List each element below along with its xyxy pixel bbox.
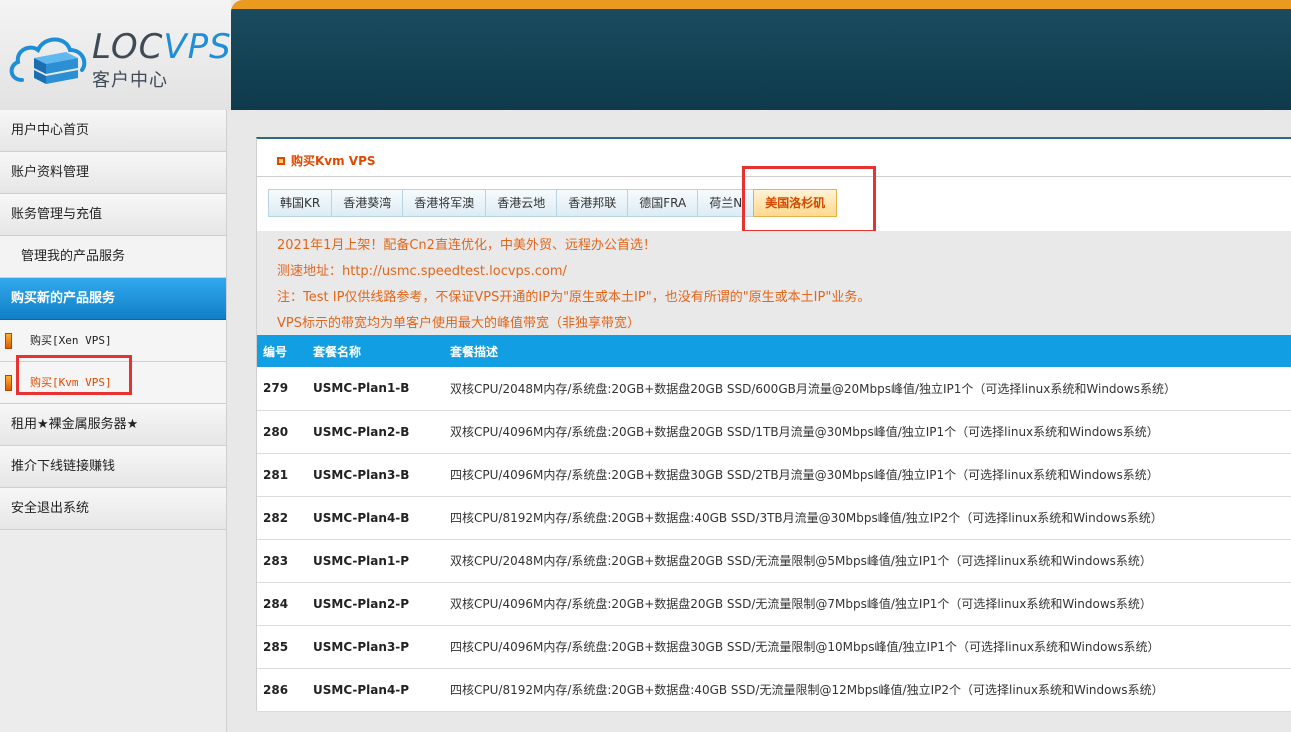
- sidebar-item-referral[interactable]: 推介下线链接赚钱: [0, 446, 226, 488]
- table-row[interactable]: 286 USMC-Plan4-P 四核CPU/8192M内存/系统盘:20GB+…: [257, 668, 1291, 711]
- table-row[interactable]: 283 USMC-Plan1-P 双核CPU/2048M内存/系统盘:20GB+…: [257, 539, 1291, 582]
- table-row[interactable]: 279 USMC-Plan1-B 双核CPU/2048M内存/系统盘:20GB+…: [257, 367, 1291, 410]
- plan-desc: 双核CPU/2048M内存/系统盘:20GB+数据盘20GB SSD/无流量限制…: [450, 554, 1152, 568]
- panel-title-text: 购买Kvm VPS: [291, 154, 376, 168]
- plan-id: 284: [263, 596, 289, 611]
- sidebar-item-account-profile[interactable]: 账户资料管理: [0, 152, 226, 194]
- notice-speedtest[interactable]: 测速地址：http://usmc.speedtest.locvps.com/: [277, 259, 1291, 285]
- plans-table: 编号 套餐名称 套餐描述 279 USMC-Plan1-B 双核CPU/2048…: [257, 335, 1291, 712]
- plan-desc: 四核CPU/8192M内存/系统盘:20GB+数据盘:40GB SSD/无流量限…: [450, 683, 1164, 697]
- plan-name[interactable]: USMC-Plan1-B: [307, 367, 450, 410]
- table-row[interactable]: 281 USMC-Plan3-B 四核CPU/4096M内存/系统盘:20GB+…: [257, 453, 1291, 496]
- plan-desc: 四核CPU/4096M内存/系统盘:20GB+数据盘30GB SSD/无流量限制…: [450, 640, 1160, 654]
- table-row[interactable]: 282 USMC-Plan4-B 四核CPU/8192M内存/系统盘:20GB+…: [257, 496, 1291, 539]
- divider: [257, 176, 1291, 177]
- square-bullet-icon: [277, 157, 285, 165]
- plan-name[interactable]: USMC-Plan2-B: [307, 410, 450, 453]
- table-row[interactable]: 280 USMC-Plan2-B 双核CPU/4096M内存/系统盘:20GB+…: [257, 410, 1291, 453]
- sidebar-item-buy-xen-vps[interactable]: 购买[Xen VPS]: [0, 320, 226, 362]
- column-header-name: 套餐名称: [313, 344, 362, 359]
- plan-name[interactable]: USMC-Plan4-P: [307, 668, 450, 711]
- table-row[interactable]: 285 USMC-Plan3-P 四核CPU/4096M内存/系统盘:20GB+…: [257, 625, 1291, 668]
- plan-desc: 四核CPU/4096M内存/系统盘:20GB+数据盘30GB SSD/2TB月流…: [450, 468, 1159, 482]
- sidebar-nav: 用户中心首页 账户资料管理 账务管理与充值 管理我的产品服务 购买新的产品服务 …: [0, 110, 227, 732]
- sidebar-item-label: 购买[Xen VPS]: [30, 334, 112, 347]
- orange-marker-icon: [5, 333, 12, 349]
- tab-germany-fra[interactable]: 德国FRA: [627, 189, 698, 217]
- tab-hk-cloud[interactable]: 香港云地: [485, 189, 557, 217]
- plan-name[interactable]: USMC-Plan2-P: [307, 582, 450, 625]
- plan-name[interactable]: USMC-Plan3-B: [307, 453, 450, 496]
- plan-id: 280: [263, 424, 289, 439]
- sidebar-item-home[interactable]: 用户中心首页: [0, 110, 226, 152]
- plan-id: 279: [263, 381, 289, 396]
- plan-desc: 双核CPU/2048M内存/系统盘:20GB+数据盘20GB SSD/600GB…: [450, 381, 1176, 396]
- column-header-desc: 套餐描述: [450, 344, 499, 359]
- notice-box: 2021年1月上架！配备Cn2直连优化，中美外贸、远程办公首选！ 测速地址：ht…: [257, 231, 1291, 335]
- orange-marker-icon: [5, 375, 12, 391]
- plan-id: 282: [263, 510, 289, 525]
- plan-id: 286: [263, 682, 289, 697]
- app-root: LOCVPS 客户中心 用户中心首页 账户资料管理 账务管理与充值 管理我的产品…: [0, 0, 1291, 732]
- plan-name[interactable]: USMC-Plan1-P: [307, 539, 450, 582]
- plan-name[interactable]: USMC-Plan4-B: [307, 496, 450, 539]
- region-tabs: 韩国KR 香港葵湾 香港将军澳 香港云地 香港邦联 德国FRA 荷兰N 美国洛杉…: [268, 189, 838, 217]
- plan-id: 283: [263, 553, 289, 568]
- tab-korea[interactable]: 韩国KR: [268, 189, 332, 217]
- main-panel: 购买Kvm VPS 韩国KR 香港葵湾 香港将军澳 香港云地 香港邦联 德国FR…: [256, 137, 1291, 711]
- sidebar-item-buy-kvm-vps[interactable]: 购买[Kvm VPS]: [0, 355, 226, 404]
- tab-hk-banglian[interactable]: 香港邦联: [556, 189, 628, 217]
- notice-line: VPS标示的带宽均为单客户使用最大的峰值带宽（非独享带宽）: [277, 316, 640, 331]
- plan-name[interactable]: USMC-Plan3-P: [307, 625, 450, 668]
- notice-line: 2021年1月上架！配备Cn2直连优化，中美外贸、远程办公首选！: [277, 238, 656, 253]
- plan-desc: 四核CPU/8192M内存/系统盘:20GB+数据盘:40GB SSD/3TB月…: [450, 511, 1163, 525]
- tab-hk-kwai-chung[interactable]: 香港葵湾: [331, 189, 403, 217]
- table-row[interactable]: 284 USMC-Plan2-P 双核CPU/4096M内存/系统盘:20GB+…: [257, 582, 1291, 625]
- column-header-id: 编号: [263, 344, 288, 359]
- sidebar-item-logout[interactable]: 安全退出系统: [0, 488, 226, 530]
- plan-desc: 双核CPU/4096M内存/系统盘:20GB+数据盘20GB SSD/1TB月流…: [450, 425, 1159, 439]
- notice-line: 注：Test IP仅供线路参考，不保证VPS开通的IP为"原生或本土IP"，也没…: [277, 290, 871, 305]
- cloud-server-logo-icon: [9, 37, 87, 84]
- plan-desc: 双核CPU/4096M内存/系统盘:20GB+数据盘20GB SSD/无流量限制…: [450, 597, 1152, 611]
- sidebar-item-buy-products[interactable]: 购买新的产品服务: [0, 278, 226, 320]
- table-header-row: 编号 套餐名称 套餐描述: [257, 335, 1291, 367]
- sidebar-item-label: 购买[Kvm VPS]: [30, 376, 112, 389]
- tab-netherlands[interactable]: 荷兰N: [697, 189, 754, 217]
- plan-id: 281: [263, 467, 289, 482]
- plan-id: 285: [263, 639, 289, 654]
- panel-title: 购买Kvm VPS: [277, 152, 376, 169]
- sidebar-item-bare-metal[interactable]: 租用★裸金属服务器★: [0, 404, 226, 446]
- sidebar-item-my-products[interactable]: 管理我的产品服务: [0, 236, 226, 278]
- tab-hk-tseung-kwan-o[interactable]: 香港将军澳: [402, 189, 486, 217]
- logo-wordmark: LOCVPS: [92, 27, 232, 67]
- tab-us-los-angeles[interactable]: 美国洛杉矶: [753, 189, 838, 217]
- logo-subtitle: 客户中心: [92, 70, 168, 91]
- logo-area: LOCVPS 客户中心: [0, 0, 231, 110]
- sidebar-item-billing[interactable]: 账务管理与充值: [0, 194, 226, 236]
- header-banner: [231, 0, 1291, 110]
